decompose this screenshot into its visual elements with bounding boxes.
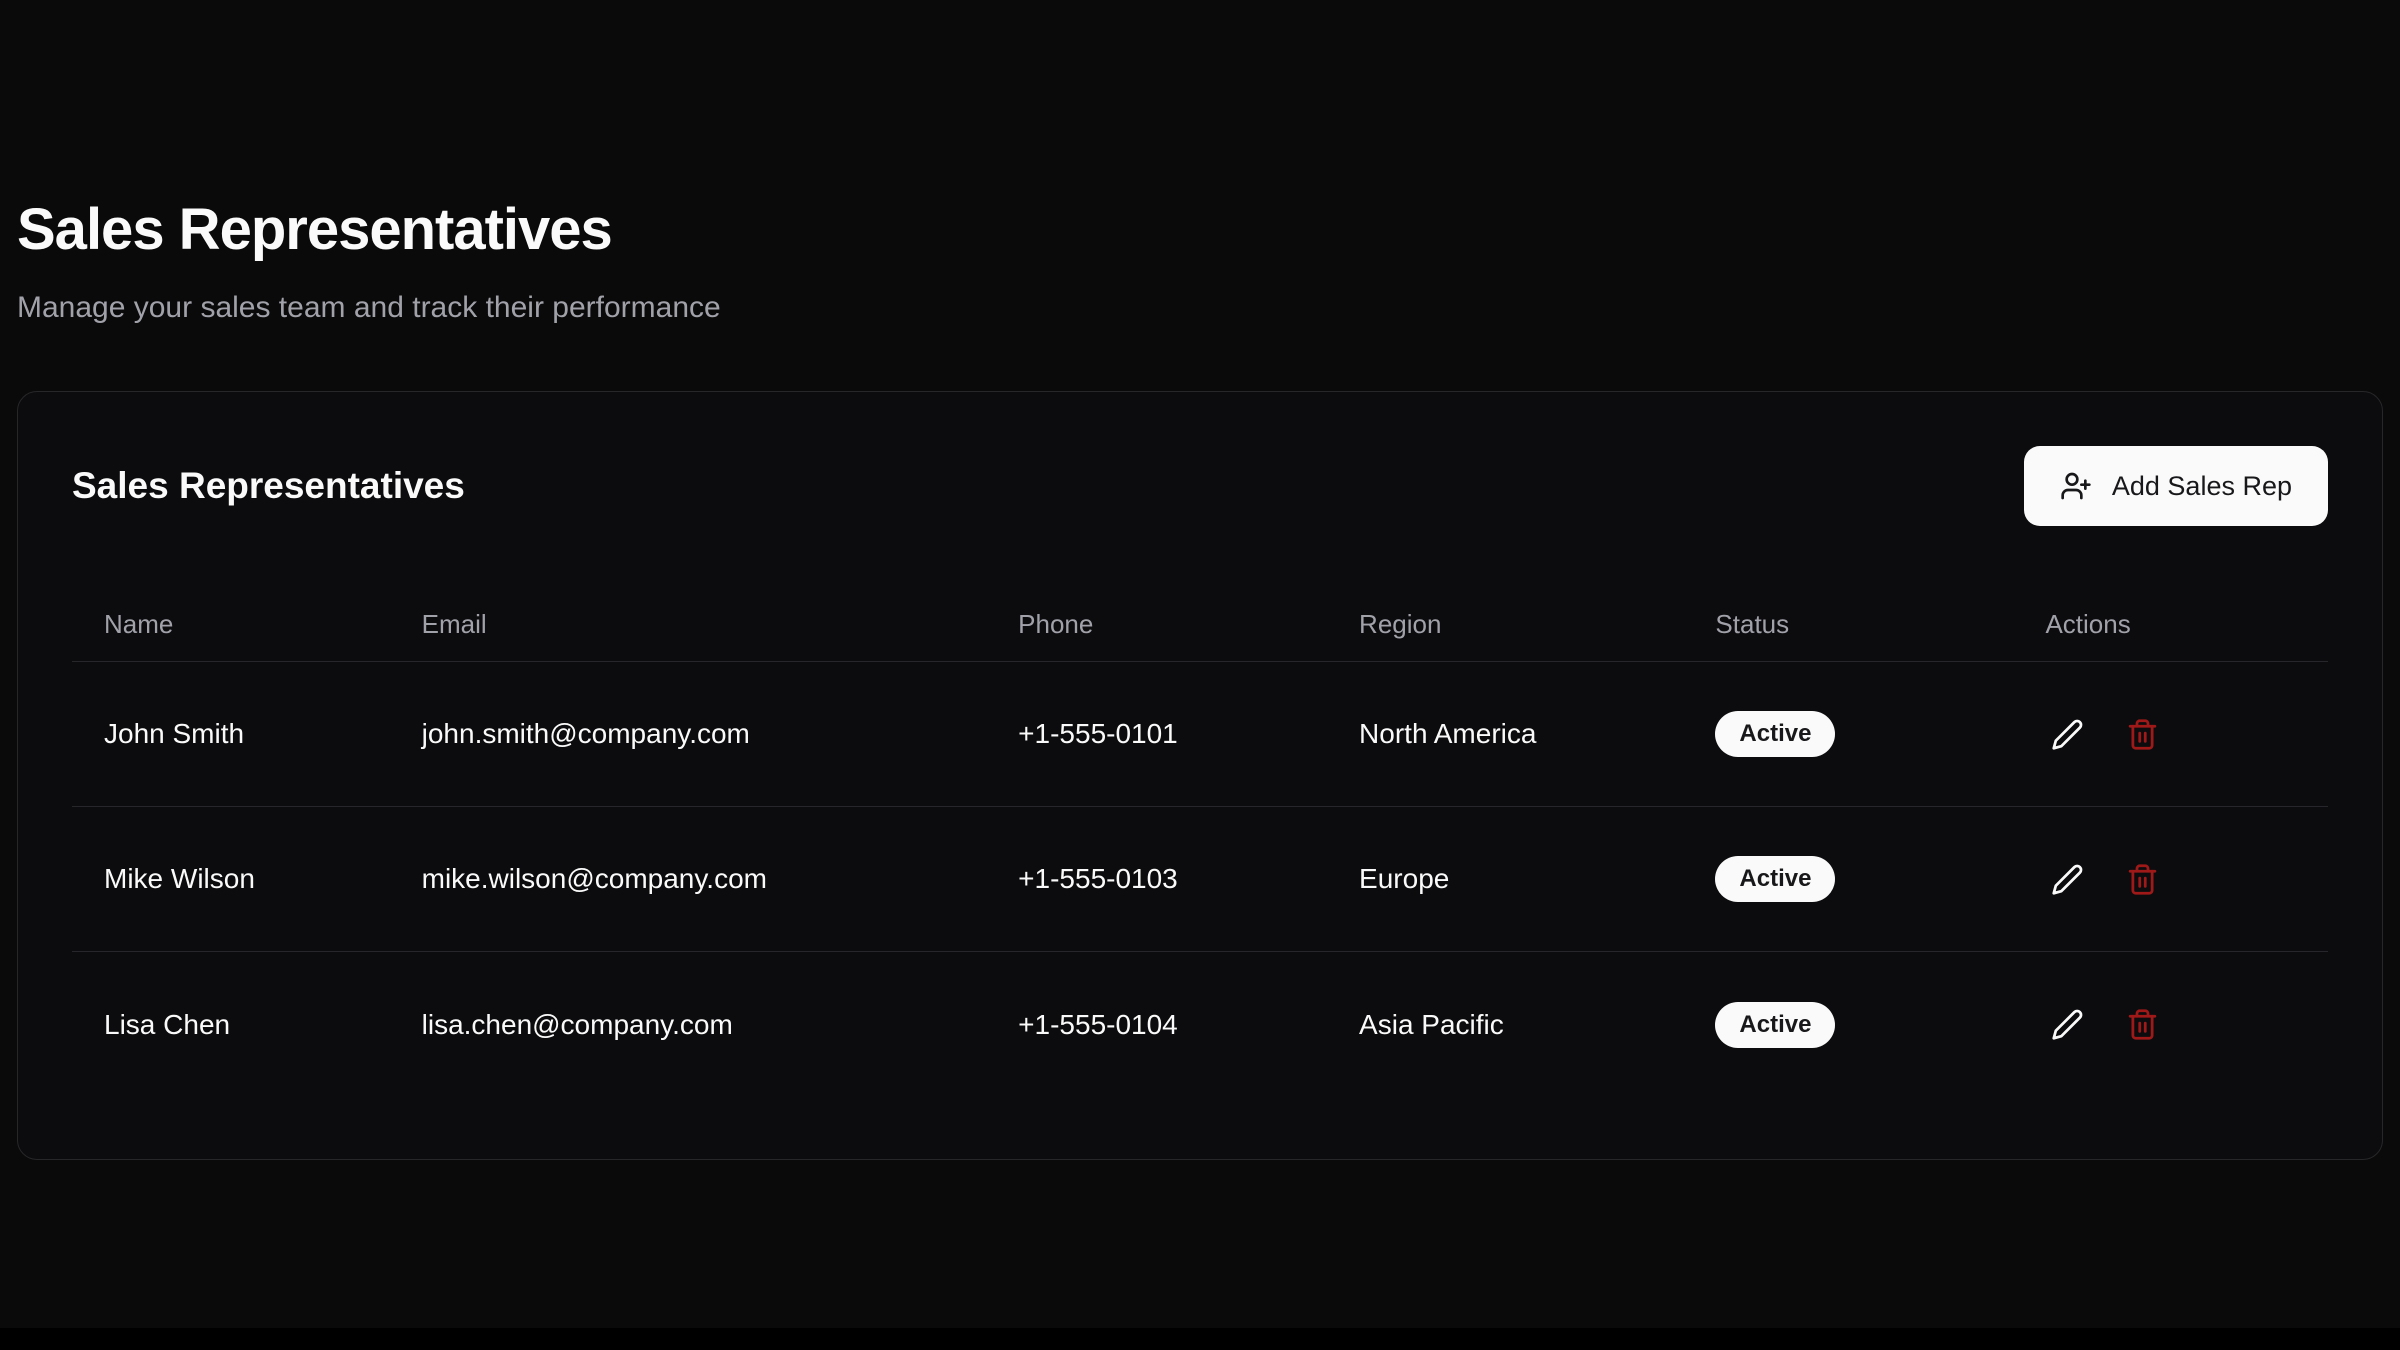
table-row: Mike Wilson mike.wilson@company.com +1-5…	[72, 807, 2328, 952]
add-sales-rep-label: Add Sales Rep	[2112, 471, 2292, 502]
edit-button[interactable]	[2045, 712, 2090, 757]
rep-actions-cell	[2013, 857, 2328, 902]
trash-icon	[2126, 718, 2159, 751]
rep-status-cell: Active	[1683, 711, 2013, 757]
rep-email: lisa.chen@company.com	[390, 1009, 987, 1041]
column-header-email: Email	[390, 609, 987, 640]
pencil-icon	[2051, 718, 2084, 751]
rep-phone: +1-555-0103	[986, 863, 1327, 895]
rep-actions-cell	[2013, 712, 2328, 757]
card-title: Sales Representatives	[72, 465, 465, 507]
card-header: Sales Representatives Add Sales Rep	[72, 446, 2328, 526]
sales-reps-card: Sales Representatives Add Sales Rep Name…	[17, 391, 2383, 1160]
column-header-actions: Actions	[2013, 609, 2328, 640]
column-header-status: Status	[1683, 609, 2013, 640]
status-badge: Active	[1715, 711, 1835, 757]
table-header-row: Name Email Phone Region Status Actions	[72, 588, 2328, 662]
delete-button[interactable]	[2120, 712, 2165, 757]
page-subtitle: Manage your sales team and track their p…	[17, 291, 2383, 325]
rep-region: North America	[1327, 718, 1683, 750]
rep-email: mike.wilson@company.com	[390, 863, 987, 895]
table-row: John Smith john.smith@company.com +1-555…	[72, 662, 2328, 807]
table-body: John Smith john.smith@company.com +1-555…	[72, 662, 2328, 1097]
column-header-phone: Phone	[986, 609, 1327, 640]
add-sales-rep-button[interactable]: Add Sales Rep	[2024, 446, 2328, 526]
pencil-icon	[2051, 1008, 2084, 1041]
rep-status-cell: Active	[1683, 1002, 2013, 1048]
edit-button[interactable]	[2045, 857, 2090, 902]
rep-phone: +1-555-0104	[986, 1009, 1327, 1041]
bottom-bar	[0, 1328, 2400, 1350]
rep-region: Europe	[1327, 863, 1683, 895]
rep-name: John Smith	[72, 718, 390, 750]
delete-button[interactable]	[2120, 857, 2165, 902]
column-header-region: Region	[1327, 609, 1683, 640]
user-plus-icon	[2060, 470, 2092, 502]
rep-email: john.smith@company.com	[390, 718, 987, 750]
pencil-icon	[2051, 863, 2084, 896]
status-badge: Active	[1715, 1002, 1835, 1048]
rep-name: Lisa Chen	[72, 1009, 390, 1041]
column-header-name: Name	[72, 609, 390, 640]
table-row: Lisa Chen lisa.chen@company.com +1-555-0…	[72, 952, 2328, 1097]
page: Sales Representatives Manage your sales …	[0, 0, 2400, 1160]
rep-phone: +1-555-0101	[986, 718, 1327, 750]
trash-icon	[2126, 863, 2159, 896]
rep-status-cell: Active	[1683, 856, 2013, 902]
rep-actions-cell	[2013, 1002, 2328, 1047]
status-badge: Active	[1715, 856, 1835, 902]
page-title: Sales Representatives	[17, 196, 2383, 263]
edit-button[interactable]	[2045, 1002, 2090, 1047]
delete-button[interactable]	[2120, 1002, 2165, 1047]
sales-reps-table: Name Email Phone Region Status Actions J…	[72, 588, 2328, 1097]
rep-name: Mike Wilson	[72, 863, 390, 895]
rep-region: Asia Pacific	[1327, 1009, 1683, 1041]
trash-icon	[2126, 1008, 2159, 1041]
